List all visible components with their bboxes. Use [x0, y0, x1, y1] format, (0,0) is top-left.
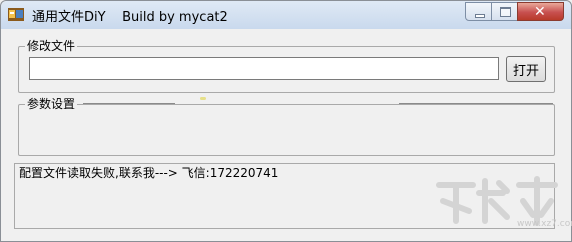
maximize-icon — [500, 7, 511, 17]
params-groupbox: 参数设置 — [18, 96, 555, 156]
divider-line — [399, 103, 553, 104]
watermark-text: www.xz7.com — [517, 219, 572, 229]
close-icon: ✕ — [534, 4, 546, 20]
maximize-button[interactable] — [491, 2, 518, 21]
divider-line — [83, 103, 175, 104]
decorative-mark — [200, 97, 206, 100]
main-window: 通用文件DiY Build by mycat2 ✕ 修改文件 打开 参数设置 配… — [0, 0, 572, 242]
open-button[interactable]: 打开 — [506, 56, 546, 82]
params-group-legend: 参数设置 — [25, 96, 78, 112]
file-group-legend: 修改文件 — [25, 38, 78, 54]
minimize-button[interactable] — [465, 2, 492, 21]
minimize-icon — [475, 14, 485, 18]
file-path-input[interactable] — [29, 57, 499, 80]
title-bar[interactable]: 通用文件DiY Build by mycat2 ✕ — [1, 1, 571, 29]
app-folder-icon — [8, 8, 24, 21]
close-button[interactable]: ✕ — [517, 2, 564, 21]
window-title: 通用文件DiY Build by mycat2 — [32, 10, 228, 25]
status-message: 配置文件读取失败,联系我---> 飞信:172220741 — [19, 166, 279, 180]
